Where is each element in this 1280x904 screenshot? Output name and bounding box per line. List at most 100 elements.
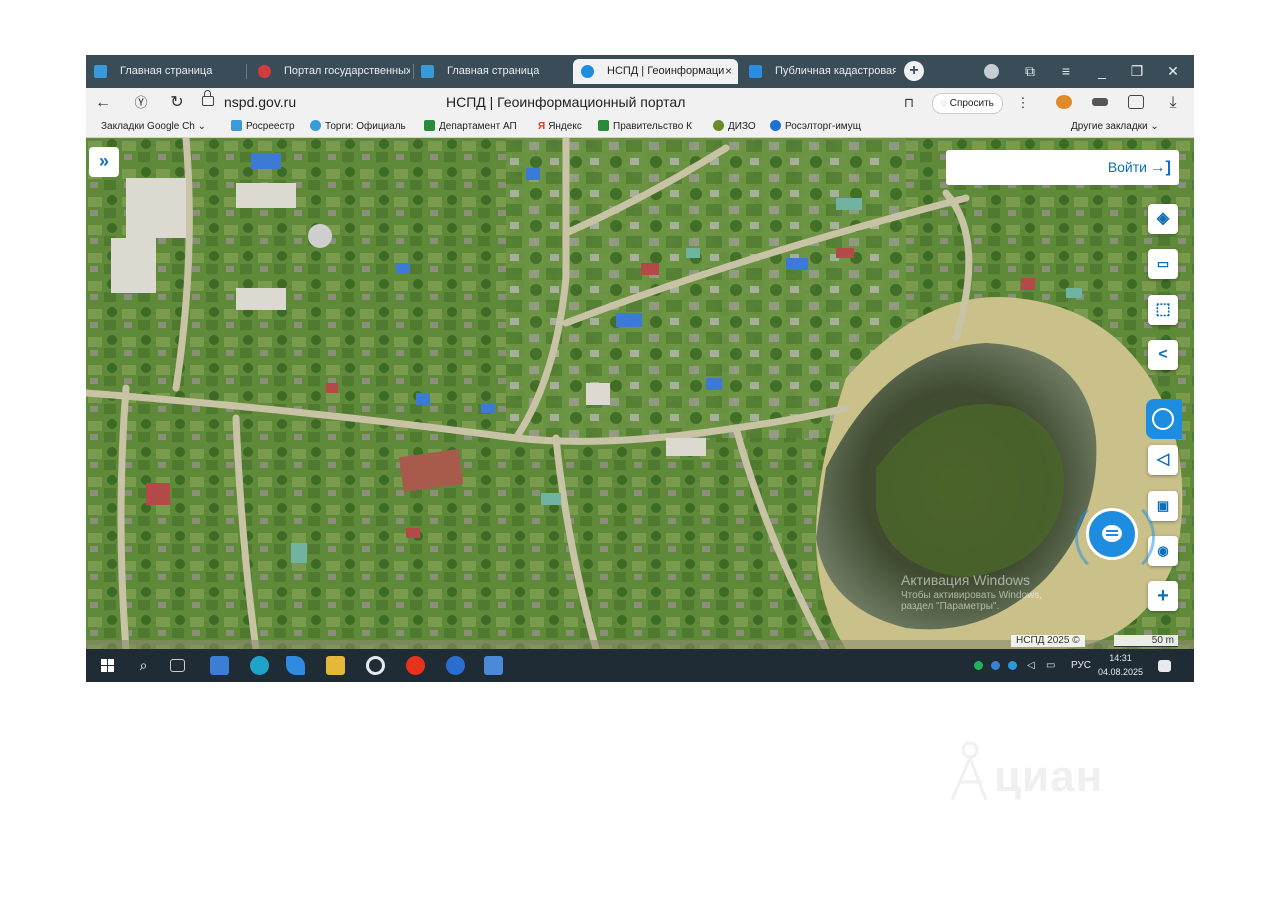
clock-time: 14:31 [1109,653,1132,663]
file-explorer-icon[interactable] [326,656,345,675]
screenshot-frame: Главная страница Портал государственных … [86,55,1194,682]
tab-main-page-2[interactable]: Главная страница [413,59,563,84]
windows-taskbar: ⌕ ◁ ▭ РУС 14:31 04.08.2025 [86,649,1194,682]
gosuslugi-icon [258,65,271,78]
tab-separator [246,64,247,79]
task-view-icon[interactable] [170,659,185,672]
close-window-button[interactable]: ✕ [1159,55,1187,88]
login-button[interactable]: Войти →] [946,150,1179,185]
bookmark-roseltorg[interactable]: Росэлторг-имущ [770,117,861,137]
back-button[interactable]: ← [92,88,114,117]
bookmark-label: Росреестр [246,121,295,132]
bookmark-government[interactable]: Правительство К [598,117,692,137]
select-area-icon[interactable]: ⬚ [1148,295,1178,325]
bookmark-page-icon[interactable]: ⊓ [898,88,920,117]
yandex-home-icon[interactable]: Ⓨ [130,88,152,117]
tab-label: Портал государственных [284,65,410,77]
chevron-down-icon: ⌄ [197,121,207,132]
extension-icon[interactable] [1056,95,1072,109]
url-field[interactable]: nspd.gov.ru [224,88,296,117]
map-copyright: НСПД 2025 © [1011,635,1085,647]
activation-text: раздел "Параметры". [901,601,1000,612]
rosreestr-icon [421,65,434,78]
tray-icon[interactable] [1008,661,1017,670]
more-options-icon[interactable]: ⋮ [1012,88,1034,117]
navigate-icon[interactable]: ◁ [1148,445,1178,475]
tab-public-cadastral[interactable]: Публичная кадастровая [741,59,896,84]
browser-app-icon[interactable] [366,656,385,675]
language-indicator[interactable]: РУС [1071,649,1091,682]
minimap-icon[interactable]: ▣ [1148,491,1178,521]
rosreestr-icon [231,120,242,131]
share-icon[interactable]: < [1148,340,1178,370]
bookmark-yandex[interactable]: Я Яндекс [538,117,582,137]
ask-button[interactable]: ◌ Спросить [932,93,1003,114]
satellite-map[interactable]: » Войти →] ◈ ▭ ⬚ < ◁ ▣ ◉ + Активация Win… [86,138,1194,649]
download-icon[interactable]: ⤓ [1162,88,1184,117]
app-icon[interactable] [286,656,305,675]
tab-label: Главная страница [120,65,213,77]
government-icon [598,120,609,131]
search-icon[interactable]: ⌕ [134,656,153,675]
tab-label: Публичная кадастровая [775,65,896,77]
windows-start-icon[interactable] [98,656,117,675]
activation-title: Активация Windows [901,572,1031,588]
tab-label: Главная страница [447,65,540,77]
assistant-icon [1152,408,1174,430]
volume-icon[interactable]: ◁ [1027,649,1035,682]
notifications-icon[interactable] [1158,660,1171,672]
bookmark-rosreestr[interactable]: Росреестр [231,117,295,137]
extension-icon[interactable] [1092,98,1108,106]
assistant-button[interactable] [1146,399,1182,439]
chat-button[interactable] [1075,497,1155,577]
cian-logo-icon [950,741,988,801]
login-icon: →] [1149,159,1171,176]
network-icon[interactable]: ▭ [1046,649,1055,682]
other-bookmarks[interactable]: Другие закладки ⌄ [1071,117,1159,137]
clock[interactable]: 14:31 04.08.2025 [1098,651,1143,679]
bookmark-google[interactable]: Закладки Google Ch ⌄ [101,117,206,137]
reload-button[interactable]: ↻ [166,88,188,117]
dizo-icon [713,120,724,131]
messenger-icon[interactable] [446,656,465,675]
roseltorg-icon [770,120,781,131]
tray-icon[interactable] [974,661,983,670]
bookmark-label: Торги: Официаль [325,121,406,132]
restore-button[interactable]: ❐ [1123,55,1151,88]
new-tab-button[interactable]: + [904,61,924,81]
bookmark-dizo[interactable]: ДИЗО [713,117,756,137]
layers-icon[interactable]: ◈ [1148,204,1178,234]
bookmark-department[interactable]: Департамент АП [424,117,517,137]
zoom-in-button[interactable]: + [1148,581,1178,611]
bookmark-label: Департамент АП [439,121,517,132]
tab-gosuslugi[interactable]: Портал государственных [250,59,410,84]
cian-watermark-text: циан [994,752,1104,801]
save-app-icon[interactable] [210,656,229,675]
tab-main-page-1[interactable]: Главная страница [86,59,236,84]
notes-app-icon[interactable] [484,656,503,675]
bookmark-torgi[interactable]: Торги: Официаль [310,117,406,137]
address-bar: ← Ⓨ ↻ nspd.gov.ru НСПД | Геоинформационн… [86,88,1194,117]
close-tab-icon[interactable]: × [725,59,732,84]
edge-icon[interactable] [250,656,269,675]
department-icon [424,120,435,131]
ruler-icon[interactable]: ▭ [1148,249,1178,279]
minimize-button[interactable]: _ [1088,55,1116,88]
tab-nspd[interactable]: НСПД | Геоинформаци × [573,59,738,84]
profile-avatar[interactable] [984,64,999,79]
tab-label: НСПД | Геоинформаци [607,65,725,77]
cian-watermark: циан [942,740,1182,830]
expand-sidebar-button[interactable]: » [89,147,119,177]
extension-icon[interactable] [1128,95,1144,109]
menu-icon[interactable]: ≡ [1052,55,1080,88]
chat-icon [1102,525,1122,542]
activation-text: Чтобы активировать Windows, [901,590,1043,601]
collections-icon[interactable]: ⧉ [1016,55,1044,88]
cadastral-map-icon [749,65,762,78]
torgi-icon [310,120,321,131]
yandex-browser-icon[interactable] [406,656,425,675]
bookmarks-bar: Закладки Google Ch ⌄ Росреестр Торги: Оф… [86,117,1194,138]
windows-activation-watermark: Активация Windows Чтобы активировать Win… [901,572,1042,612]
tray-icon[interactable] [991,661,1000,670]
map-scale-bar: 50 m [1114,635,1178,647]
